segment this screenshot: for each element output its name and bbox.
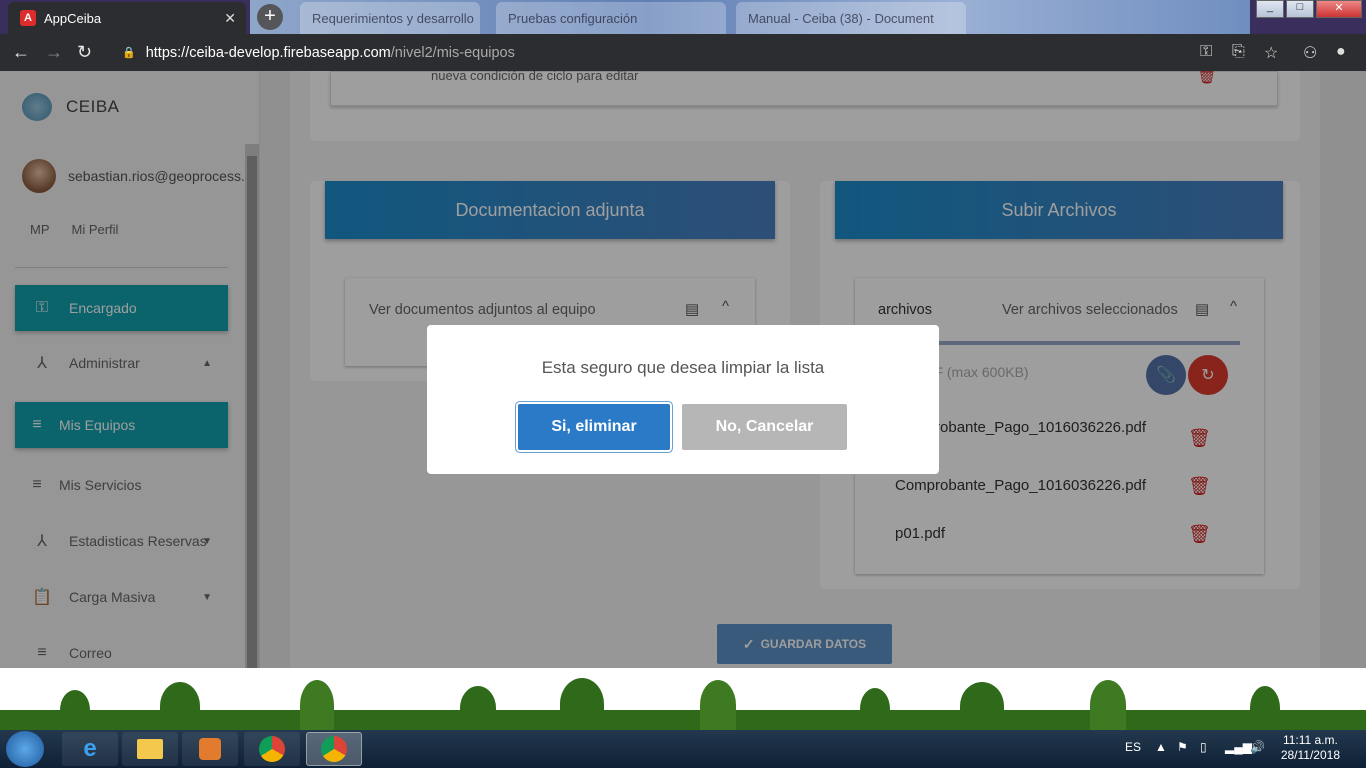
- browser-tab[interactable]: Requerimientos y desarrollo: [300, 2, 480, 34]
- tree-shape: [60, 690, 90, 730]
- profile-icon[interactable]: ●: [1336, 43, 1346, 61]
- desktop-wallpaper-strip: [0, 668, 1366, 730]
- tree-shape: [1090, 680, 1126, 730]
- browser-toolbar: ← → ↻ 🔒 https://ceiba-develop.firebaseap…: [0, 34, 1366, 71]
- show-hidden-icons-icon[interactable]: ▲: [1155, 740, 1167, 754]
- reload-icon[interactable]: ↻: [77, 42, 92, 63]
- tab-close-icon[interactable]: ✕: [224, 10, 236, 27]
- tab-title: Manual - Ceiba (38) - Document: [748, 10, 934, 26]
- angular-favicon-icon: A: [20, 10, 36, 26]
- clock[interactable]: 11:11 a.m. 28/11/2018: [1281, 733, 1340, 763]
- back-arrow-icon[interactable]: ←: [12, 42, 30, 63]
- start-button[interactable]: [6, 731, 44, 767]
- window-controls: _ □ ✕: [1254, 0, 1362, 18]
- close-window-button[interactable]: ✕: [1316, 0, 1362, 18]
- chrome-icon[interactable]: [244, 732, 300, 766]
- new-tab-button[interactable]: +: [257, 4, 283, 30]
- translate-icon[interactable]: ⎘: [1232, 43, 1245, 61]
- star-bookmark-icon[interactable]: ☆: [1264, 43, 1278, 63]
- forward-arrow-icon[interactable]: →: [45, 42, 63, 63]
- network-icon[interactable]: ▂▄▆: [1225, 740, 1252, 754]
- cancel-button[interactable]: No, Cancelar: [682, 404, 847, 450]
- ground: [0, 710, 1366, 730]
- tree-shape: [860, 688, 890, 730]
- power-icon[interactable]: ▯: [1200, 740, 1207, 754]
- browser-tab[interactable]: Manual - Ceiba (38) - Document: [736, 2, 966, 34]
- file-explorer-icon[interactable]: [122, 732, 178, 766]
- confirm-delete-button[interactable]: Si, eliminar: [518, 404, 670, 450]
- browser-tab-active[interactable]: A AppCeiba ✕: [8, 2, 246, 34]
- key-icon[interactable]: ⚿: [1200, 43, 1212, 61]
- tree-shape: [960, 682, 1004, 730]
- media-player-icon[interactable]: [182, 732, 238, 766]
- tab-title: AppCeiba: [44, 10, 102, 26]
- dialog-message: Esta seguro que desea limpiar la lista: [541, 358, 825, 377]
- url-host: https://ceiba-develop.firebaseapp.com: [145, 44, 391, 61]
- incognito-icon[interactable]: ⚇: [1303, 43, 1317, 63]
- tab-strip: A AppCeiba ✕ + Requerimientos y desarrol…: [0, 0, 1366, 34]
- address-bar[interactable]: 🔒 https://ceiba-develop.firebaseapp.com /…: [110, 39, 1190, 66]
- tree-shape: [560, 678, 604, 730]
- flag-icon[interactable]: ⚑: [1177, 740, 1188, 754]
- browser-tab[interactable]: Pruebas configuración: [496, 2, 726, 34]
- volume-icon[interactable]: 🔊: [1250, 740, 1265, 754]
- tree-shape: [700, 680, 736, 730]
- maximize-button[interactable]: □: [1286, 0, 1314, 18]
- confirm-dialog: Esta seguro que desea limpiar la lista S…: [427, 325, 939, 474]
- tree-shape: [300, 680, 334, 730]
- internet-explorer-icon[interactable]: e: [62, 732, 118, 766]
- chrome-icon[interactable]: [306, 732, 362, 766]
- tree-shape: [460, 686, 496, 730]
- tree-shape: [1250, 686, 1280, 730]
- taskbar: e ES ▲ ⚑ ▯ ▂▄▆ 🔊 11:11 a.m. 28/11/2018: [0, 730, 1366, 768]
- time: 11:11 a.m.: [1282, 733, 1338, 747]
- tab-title: Pruebas configuración: [508, 10, 638, 26]
- lock-icon: 🔒: [122, 47, 136, 59]
- date: 28/11/2018: [1280, 748, 1340, 762]
- language-indicator[interactable]: ES: [1125, 740, 1141, 754]
- minimize-button[interactable]: _: [1256, 0, 1284, 18]
- url-path: /nivel2/mis-equipos: [390, 44, 515, 61]
- browser-chrome: A AppCeiba ✕ + Requerimientos y desarrol…: [0, 0, 1366, 71]
- tree-shape: [160, 682, 200, 730]
- tab-title: Requerimientos y desarrollo: [312, 10, 474, 26]
